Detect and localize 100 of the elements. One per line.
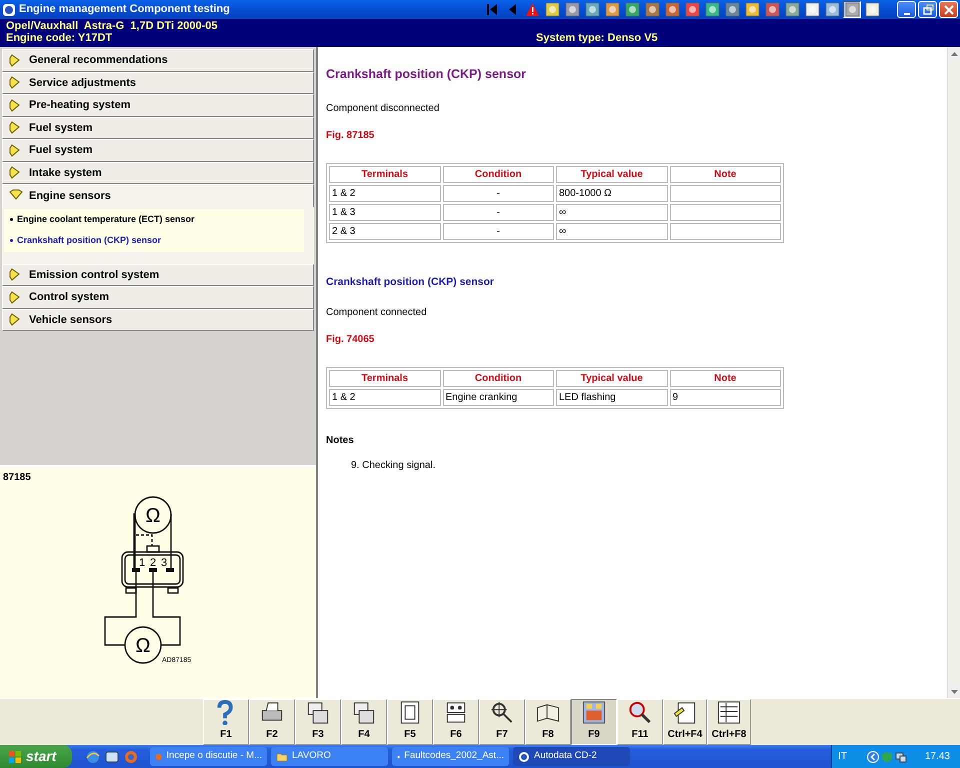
restore-icon xyxy=(920,2,934,16)
tool-icon xyxy=(744,2,760,17)
toolbar-button[interactable] xyxy=(603,1,621,18)
function-key-button[interactable]: F8 xyxy=(525,699,571,745)
sidebar-item[interactable]: General recommendations xyxy=(2,49,314,72)
toolbar-button[interactable] xyxy=(823,1,841,18)
start-button[interactable]: start xyxy=(0,745,72,768)
column-header: Typical value xyxy=(556,166,668,183)
table-cell: - xyxy=(442,222,554,240)
skip-back-icon xyxy=(484,2,500,17)
note-text: 9. Checking signal. xyxy=(350,458,436,472)
sidebar-link[interactable]: Crankshaft position (CKP) sensor xyxy=(10,234,298,248)
toolbar-button[interactable] xyxy=(863,1,881,18)
taskbar-button[interactable]: Incepe o discutie - M... xyxy=(150,747,267,766)
clock-text: 17.43 xyxy=(924,750,950,764)
windows-logo-icon xyxy=(8,750,22,764)
network-icon[interactable] xyxy=(894,750,907,762)
restore-button[interactable] xyxy=(918,1,937,18)
toolbar-button[interactable] xyxy=(803,1,821,18)
column-header: Typical value xyxy=(556,370,668,386)
tool-icon xyxy=(824,2,840,17)
scroll-up-icon[interactable] xyxy=(951,52,958,56)
figure-reference: Fig. 74065 xyxy=(326,332,376,346)
sidebar-item[interactable]: Pre-heating system xyxy=(2,94,314,116)
toolbar-button[interactable] xyxy=(723,1,741,18)
sidebar-item[interactable]: Engine sensors xyxy=(2,184,314,206)
table-cell: 1 & 2 xyxy=(329,184,440,202)
function-key-button[interactable]: F11 xyxy=(617,699,663,745)
toolbar-button[interactable] xyxy=(543,1,561,18)
browser-icon[interactable] xyxy=(86,750,100,764)
toolbar-button[interactable] xyxy=(623,1,641,18)
function-key-button[interactable]: F5 xyxy=(387,699,433,745)
close-button[interactable] xyxy=(939,1,958,18)
tool-icon xyxy=(564,2,580,17)
function-key-button[interactable]: F1 xyxy=(203,699,249,745)
tool-icon xyxy=(704,2,720,17)
function-key-button[interactable]: F3 xyxy=(295,699,341,745)
function-key-button[interactable]: Ctrl+F8 xyxy=(707,699,751,745)
sidebar-item[interactable]: Emission control system xyxy=(2,264,314,286)
sidebar-item[interactable]: Intake system xyxy=(2,162,314,184)
note-icon xyxy=(672,700,698,725)
toolbar-button[interactable] xyxy=(663,1,681,18)
tool-icon xyxy=(764,2,780,17)
minimize-button[interactable] xyxy=(897,1,916,18)
column-header: Condition xyxy=(442,166,554,183)
system-type: System type: Denso V5 xyxy=(536,32,658,44)
toolbar-button[interactable] xyxy=(523,1,541,18)
toolbar-button[interactable] xyxy=(843,1,861,18)
column-header: Terminals xyxy=(329,370,440,386)
app-icon xyxy=(518,750,530,762)
figure-reference: Fig. 87185 xyxy=(326,128,376,143)
function-key-button[interactable]: F2 xyxy=(249,699,295,745)
minimize-icon xyxy=(904,12,910,14)
sidebar-item[interactable]: Fuel system xyxy=(2,116,314,139)
function-key-button[interactable]: F4 xyxy=(341,699,387,745)
section-heading: Crankshaft position (CKP) sensor xyxy=(326,274,496,290)
table-cell: 9 xyxy=(670,388,781,406)
engine-code: Engine code: Y17DT xyxy=(6,32,112,44)
tool-icon xyxy=(864,2,880,17)
tool-icon xyxy=(784,2,800,17)
toolbar-button[interactable] xyxy=(583,1,601,18)
tool-icon xyxy=(684,2,700,17)
toolbar-button[interactable] xyxy=(743,1,761,18)
page-heading: Crankshaft position (CKP) sensor xyxy=(326,66,528,83)
sidebar-link[interactable]: Engine coolant temperature (ECT) sensor xyxy=(10,212,298,226)
function-key-button[interactable]: Ctrl+F4 xyxy=(663,699,707,745)
taskbar-button[interactable]: Faultcodes_2002_Ast... xyxy=(392,747,509,766)
warning-icon xyxy=(524,2,540,17)
sidebar-item[interactable]: Control system xyxy=(2,286,314,308)
sidebar-item[interactable]: Fuel system xyxy=(2,139,314,162)
function-key-button[interactable]: F6 xyxy=(433,699,479,745)
toolbar-button[interactable] xyxy=(703,1,721,18)
taskbar-button[interactable]: Autodata CD-2 xyxy=(513,747,630,766)
scroll-down-icon[interactable] xyxy=(951,690,958,694)
function-key-button[interactable]: F9 xyxy=(571,699,617,745)
toolbar-button[interactable] xyxy=(643,1,661,18)
sidebar-item[interactable]: Service adjustments xyxy=(2,72,314,94)
tool-icon xyxy=(844,2,860,17)
tool-icon xyxy=(664,2,680,17)
toolbar-button[interactable] xyxy=(683,1,701,18)
function-key-button[interactable]: F7 xyxy=(479,699,525,745)
taskbar-button[interactable]: LAVORO xyxy=(271,747,388,766)
documents-icon xyxy=(351,700,377,725)
documents-icon xyxy=(305,700,331,725)
toolbar-button[interactable] xyxy=(763,1,781,18)
notes-heading: Notes xyxy=(326,434,355,448)
table-cell: ∞ xyxy=(556,204,668,221)
sidebar-item[interactable]: Vehicle sensors xyxy=(2,308,314,331)
toolbar-button[interactable] xyxy=(563,1,581,18)
column-header: Note xyxy=(670,370,781,386)
toolbar-button[interactable] xyxy=(783,1,801,18)
status-text: Component connected xyxy=(326,306,428,320)
window-title: Engine management Component testing xyxy=(19,2,230,18)
status-text: Component disconnected xyxy=(326,102,440,116)
column-header: Condition xyxy=(442,370,554,386)
desktop-icon[interactable] xyxy=(105,750,119,764)
table-cell: Engine cranking xyxy=(442,388,554,406)
scrollbar[interactable] xyxy=(947,47,960,698)
table-cell: ∞ xyxy=(556,222,668,240)
tool-icon xyxy=(584,2,600,17)
